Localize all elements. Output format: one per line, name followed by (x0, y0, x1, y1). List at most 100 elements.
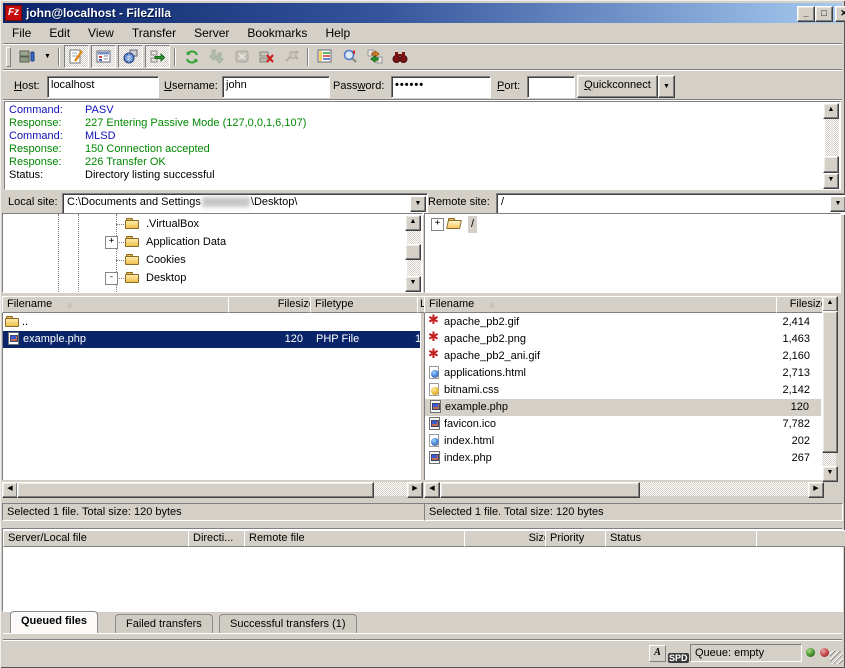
quickconnect-dropdown[interactable]: ▼ (658, 75, 675, 98)
remote-list-scrollbar-thumb[interactable] (822, 311, 838, 453)
tree-expand-icon[interactable]: + (105, 236, 118, 249)
quickconnect-button[interactable]: Quickconnect (577, 75, 658, 98)
local-col-filename[interactable]: Filename▲ (2, 296, 238, 313)
local-hscrollbar-thumb[interactable] (17, 482, 374, 498)
queue-status: Queue: empty (690, 644, 802, 662)
list-item[interactable]: bitnami.css2,142 (424, 382, 822, 399)
list-item[interactable]: apache_pb2.png1,463 (424, 331, 822, 348)
queue-col-size[interactable]: Size (464, 530, 555, 547)
tree-expand-icon[interactable]: + (431, 218, 444, 231)
site-manager-dropdown[interactable]: ▼ (41, 46, 54, 67)
queue-col-remotefile[interactable]: Remote file (244, 530, 474, 547)
last-modified: 1 (415, 331, 421, 348)
scroll-right-icon[interactable]: ▶ (808, 482, 824, 498)
filetype: PHP File (316, 331, 359, 348)
disconnect-button[interactable] (255, 46, 278, 67)
magnifier-icon (342, 49, 358, 65)
queue-col-blank[interactable] (756, 530, 845, 547)
menu-file[interactable]: File (3, 24, 40, 42)
local-col-filetype[interactable]: Filetype (310, 296, 427, 313)
scroll-down-icon[interactable]: ▼ (822, 466, 838, 482)
menu-server[interactable]: Server (185, 24, 238, 42)
toggle-transfer-queue-button[interactable] (145, 45, 170, 68)
menu-help[interactable]: Help (316, 24, 359, 42)
minimize-button[interactable]: _ (797, 6, 815, 22)
list-item[interactable]: index.html202 (424, 433, 822, 450)
remote-site-combo[interactable]: / ▼ (496, 193, 845, 215)
reconnect-button[interactable] (280, 46, 303, 67)
tree-item[interactable]: .VirtualBox (3, 216, 405, 233)
remote-hscrollbar-thumb[interactable] (440, 482, 640, 498)
remote-directory-tree[interactable]: + / (424, 213, 841, 293)
queue-col-serverlocal[interactable]: Server/Local file (3, 530, 198, 547)
list-item[interactable]: index.php267 (424, 450, 822, 467)
password-input[interactable]: •••••• (391, 76, 491, 98)
scroll-down-icon[interactable]: ▼ (405, 276, 421, 292)
menu-transfer[interactable]: Transfer (123, 24, 185, 42)
message-log[interactable]: Command:PASV Response:227 Entering Passi… (4, 101, 841, 190)
filter-button[interactable] (313, 46, 336, 67)
maximize-button[interactable]: □ (815, 6, 833, 22)
directory-comparison-button[interactable] (338, 46, 361, 67)
scroll-right-icon[interactable]: ▶ (407, 482, 423, 498)
refresh-button[interactable] (180, 46, 203, 67)
ico-file-icon (427, 417, 443, 431)
port-input[interactable] (527, 76, 575, 98)
tree-item[interactable]: Cookies (3, 252, 405, 269)
chevron-down-icon[interactable]: ▼ (830, 196, 845, 212)
tab-queued-files[interactable]: Queued files (10, 611, 98, 633)
local-directory-tree[interactable]: .VirtualBox + Application Data Cookies -… (2, 213, 423, 293)
queue-col-status[interactable]: Status (605, 530, 766, 547)
speed-limit-icon[interactable]: SPD (668, 648, 689, 666)
scroll-left-icon[interactable]: ◀ (2, 482, 18, 498)
disconnect-icon (259, 49, 275, 65)
scroll-left-icon[interactable]: ◀ (424, 482, 440, 498)
list-item[interactable]: apache_pb2.gif2,414 (424, 314, 822, 331)
menu-edit[interactable]: Edit (40, 24, 79, 42)
list-item[interactable]: .. (2, 314, 421, 331)
remote-treeview-icon (123, 49, 138, 64)
title-bar[interactable]: Fz john@localhost - FileZilla (3, 3, 842, 23)
menu-bookmarks[interactable]: Bookmarks (238, 24, 316, 42)
remote-file-list[interactable]: apache_pb2.gif2,414 apache_pb2.png1,463 … (424, 313, 822, 480)
resize-grip[interactable] (830, 651, 843, 664)
close-button[interactable]: ✕ (835, 6, 845, 22)
ascii-transfer-type-icon[interactable]: A (649, 645, 666, 662)
local-site-label: Local site: (8, 196, 58, 208)
synchronized-browsing-button[interactable] (363, 46, 386, 67)
cancel-button[interactable] (230, 46, 253, 67)
username-input[interactable]: john (222, 76, 330, 98)
list-item[interactable]: favicon.ico7,782 (424, 416, 822, 433)
toolbar-grip[interactable] (6, 47, 11, 67)
tree-collapse-icon[interactable]: - (105, 272, 118, 285)
list-item[interactable]: applications.html2,713 (424, 365, 822, 382)
tab-failed-transfers[interactable]: Failed transfers (115, 614, 213, 633)
menu-view[interactable]: View (79, 24, 123, 42)
local-file-list[interactable]: .. example.php 120 PHP File 1 (2, 313, 421, 480)
scroll-up-icon[interactable]: ▲ (822, 296, 838, 312)
tree-item[interactable]: - Desktop (3, 270, 405, 287)
list-item-selected[interactable]: example.php 120 PHP File 1 (3, 331, 420, 348)
toggle-message-log-button[interactable] (64, 45, 89, 68)
list-item-selected[interactable]: example.php120 (425, 399, 821, 416)
toggle-local-tree-button[interactable] (91, 45, 116, 68)
toggle-remote-tree-button[interactable] (118, 45, 143, 68)
tab-successful-transfers[interactable]: Successful transfers (1) (219, 614, 357, 633)
tree-item[interactable]: + Application Data (3, 234, 405, 251)
log-scrollbar-thumb[interactable] (823, 156, 839, 173)
local-tree-scrollbar-thumb[interactable] (405, 244, 421, 260)
chevron-down-icon[interactable]: ▼ (410, 196, 426, 212)
find-files-button[interactable] (388, 46, 411, 67)
list-item[interactable]: apache_pb2_ani.gif2,160 (424, 348, 822, 365)
transfer-queue[interactable]: Server/Local file Directi... Remote file… (2, 528, 843, 612)
local-site-combo[interactable]: C:\Documents and Settings\Desktop\ ▼ (62, 193, 428, 215)
scroll-up-icon[interactable]: ▲ (405, 215, 421, 231)
scroll-up-icon[interactable]: ▲ (823, 103, 839, 119)
process-queue-button[interactable] (205, 46, 228, 67)
local-col-filesize[interactable]: Filesize (228, 296, 320, 313)
site-manager-button[interactable] (16, 46, 39, 67)
remote-col-filename[interactable]: Filename▲ (424, 296, 786, 313)
scroll-down-icon[interactable]: ▼ (823, 173, 839, 189)
tree-item[interactable]: + / (425, 216, 835, 233)
host-input[interactable]: localhost (47, 76, 159, 98)
